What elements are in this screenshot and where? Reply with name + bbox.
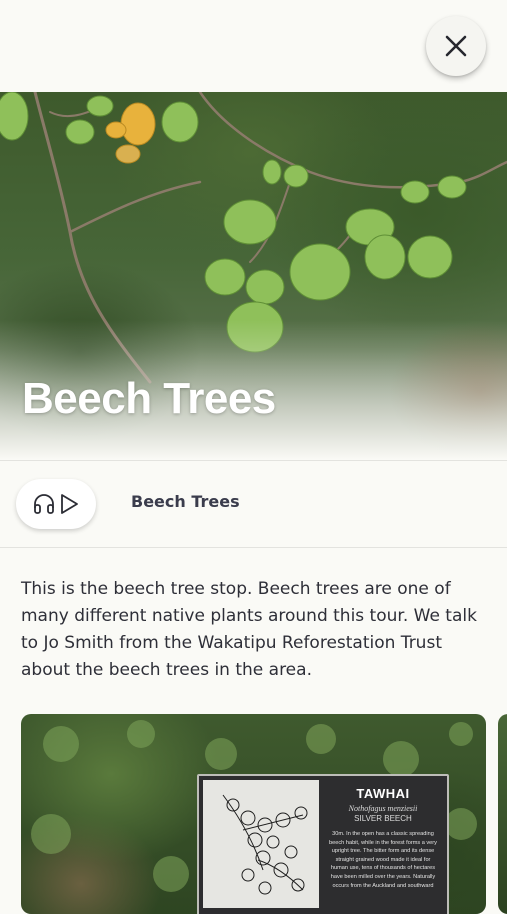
sign-title: TAWHAI bbox=[356, 786, 410, 801]
top-bar bbox=[0, 0, 507, 92]
divider bbox=[0, 547, 507, 548]
close-icon bbox=[445, 35, 467, 57]
gallery-image[interactable]: TAWHAI Nothofagus menziesii SILVER BEECH… bbox=[21, 714, 486, 914]
divider bbox=[0, 460, 507, 461]
play-icon bbox=[61, 494, 78, 514]
sign-body-text: 30m. In the open has a classic spreading… bbox=[329, 831, 437, 889]
sign-common-name: SILVER BEECH bbox=[354, 814, 412, 823]
headphones-icon bbox=[34, 494, 54, 514]
stop-description: This is the beech tree stop. Beech trees… bbox=[21, 579, 477, 680]
sign-scientific-name: Nothofagus menziesii bbox=[348, 804, 418, 813]
audio-track-title: Beech Trees bbox=[131, 492, 240, 511]
information-sign: TAWHAI Nothofagus menziesii SILVER BEECH… bbox=[197, 774, 449, 914]
gallery-next-image[interactable] bbox=[498, 714, 507, 914]
close-button[interactable] bbox=[426, 16, 486, 76]
leaf-illustration bbox=[203, 780, 319, 908]
hero-image: Beech Trees bbox=[0, 92, 507, 460]
page-title: Beech Trees bbox=[22, 374, 276, 423]
audio-play-button[interactable] bbox=[16, 479, 96, 529]
